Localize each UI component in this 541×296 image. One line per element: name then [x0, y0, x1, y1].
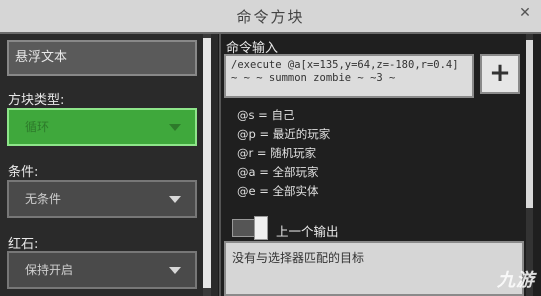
block-type-label: 方块类型: [8, 93, 65, 108]
title-bar: 命令方块 [0, 0, 541, 34]
hover-text-field[interactable]: 悬浮文本 [7, 40, 197, 76]
selector-help-list: @s = 自己 @p = 最近的玩家 @r = 随机玩家 @a = 全部玩家 @… [237, 106, 330, 201]
condition-value: 无条件 [25, 192, 62, 206]
watermark-logo: 九游 [497, 270, 535, 291]
left-scrollbar-thumb[interactable] [203, 38, 211, 288]
block-type-value: 循环 [25, 120, 50, 134]
list-item: @e = 全部实体 [237, 184, 319, 198]
window-title: 命令方块 [236, 8, 305, 26]
close-icon[interactable] [517, 5, 533, 21]
add-button[interactable]: + [480, 54, 520, 94]
redstone-label: 红石: [8, 237, 39, 252]
condition-label: 条件: [8, 165, 39, 180]
chevron-down-icon [169, 267, 181, 274]
chevron-down-icon [169, 196, 181, 203]
condition-dropdown[interactable]: 无条件 [7, 180, 197, 218]
previous-output-label: 上一个输出 [276, 224, 339, 239]
chevron-down-icon [169, 124, 181, 131]
list-item: @p = 最近的玩家 [237, 127, 331, 141]
right-scrollbar-thumb[interactable] [526, 40, 533, 208]
toggle-knob[interactable] [254, 216, 268, 240]
list-item: @a = 全部玩家 [237, 165, 319, 179]
output-field: 没有与选择器匹配的目标 [224, 241, 524, 296]
list-item: @s = 自己 [237, 108, 295, 122]
redstone-value: 保持开启 [25, 263, 74, 277]
command-input[interactable]: /execute @a[x=135,y=64,z=-180,r=0.4] ~ ~… [224, 54, 474, 98]
block-type-dropdown[interactable]: 循环 [7, 108, 197, 146]
redstone-dropdown[interactable]: 保持开启 [7, 251, 197, 289]
list-item: @r = 随机玩家 [237, 146, 317, 160]
